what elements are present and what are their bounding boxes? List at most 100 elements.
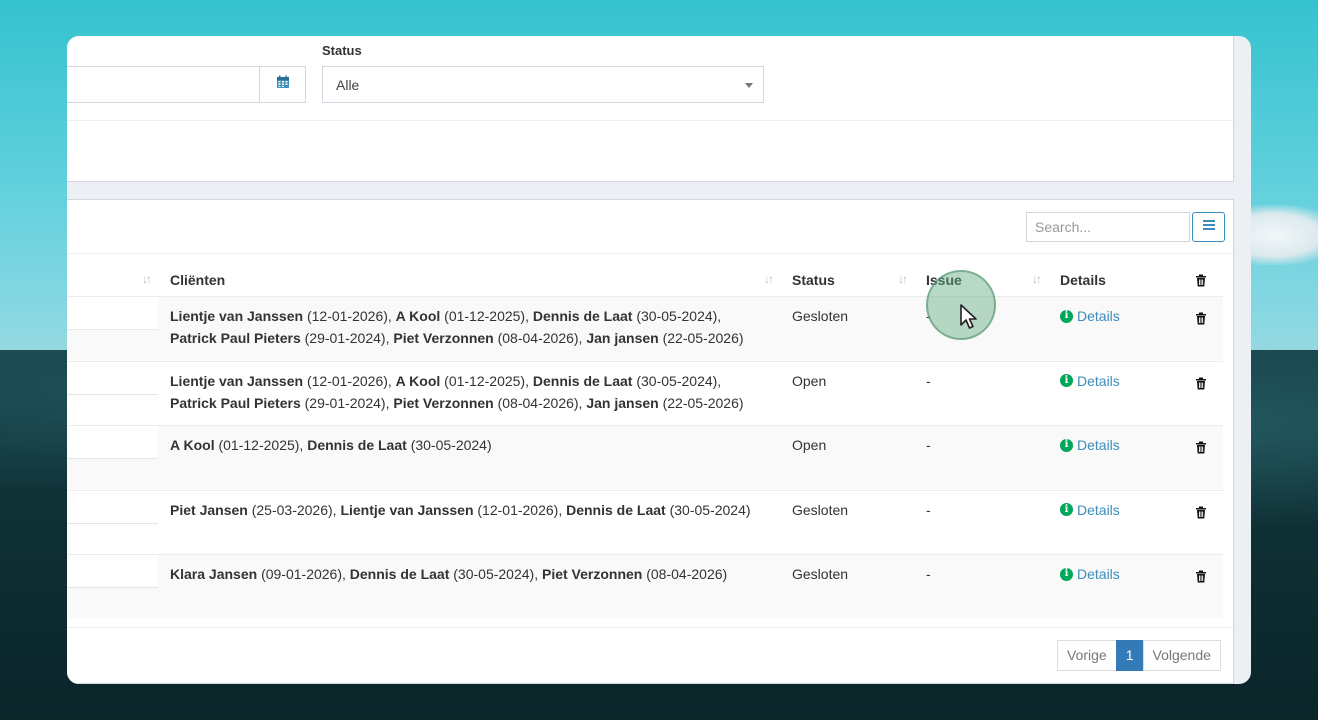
issue-cell: -: [926, 437, 931, 453]
client-date: (08-04-2026): [497, 394, 579, 411]
status-cell: Gesloten: [792, 501, 849, 518]
table-row: Lientje van Janssen (12-01-2026), A Kool…: [67, 360, 1223, 425]
client-date: (30-05-2024): [669, 501, 751, 518]
client-date: (22-05-2026): [662, 330, 744, 346]
info-icon: i: [1060, 309, 1073, 323]
truncated-cell: [67, 490, 158, 524]
client-date: (30-05-2024): [410, 437, 492, 453]
client-date: (12-01-2026): [306, 308, 388, 324]
details-label: Details: [1077, 437, 1120, 453]
client-date: (12-01-2026): [477, 501, 559, 518]
sort-icon[interactable]: ↓↑: [898, 272, 908, 286]
table-footer-divider: [67, 627, 1233, 628]
client-name: Lientje van Janssen: [170, 308, 304, 324]
client-date: (08-04-2026): [646, 566, 728, 582]
clients-cell: Lientje van Janssen (12-01-2026), A Kool…: [170, 372, 744, 411]
client-name: A Kool: [395, 308, 441, 324]
table-row: A Kool (01-12-2025), Dennis de Laat (30-…: [67, 425, 1223, 489]
column-header-clienten[interactable]: Cliënten: [170, 272, 225, 292]
details-label: Details: [1077, 372, 1120, 389]
status-cell: Gesloten: [792, 566, 849, 582]
calendar-button[interactable]: [259, 66, 306, 103]
client-name: Klara Jansen: [170, 566, 258, 582]
details-link[interactable]: i Details: [1060, 499, 1120, 521]
details-label: Details: [1077, 308, 1120, 324]
client-date: (01-12-2025): [444, 308, 526, 324]
client-name: Lientje van Janssen: [340, 501, 474, 518]
client-date: (29-01-2024): [304, 330, 386, 346]
info-icon: i: [1060, 503, 1073, 516]
column-header-status[interactable]: Status: [792, 272, 835, 292]
client-date: (30-05-2024): [636, 308, 718, 324]
details-link[interactable]: i Details: [1060, 434, 1120, 456]
client-name: Lientje van Janssen: [170, 372, 304, 389]
client-date: (30-05-2024): [453, 566, 535, 582]
details-link[interactable]: i Details: [1060, 305, 1120, 327]
date-input[interactable]: [67, 66, 260, 103]
client-date: (08-04-2026): [497, 330, 579, 346]
truncated-cell: [67, 361, 158, 395]
client-name: Piet Jansen: [170, 501, 248, 518]
sort-icon[interactable]: ↓↑: [764, 272, 774, 286]
filter-panel: Status Alle: [67, 36, 1234, 182]
sort-icon[interactable]: ↓↑: [1032, 272, 1042, 286]
client-name: Piet Verzonnen: [393, 394, 494, 411]
client-name: Piet Verzonnen: [541, 566, 643, 582]
details-label: Details: [1077, 566, 1120, 582]
trash-icon[interactable]: [1195, 503, 1207, 525]
status-cell: Open: [792, 437, 827, 453]
client-name: A Kool: [170, 437, 215, 453]
client-name: Dennis de Laat: [532, 308, 633, 324]
client-name: Patrick Paul Pieters: [170, 330, 301, 346]
client-name: Piet Verzonnen: [393, 330, 494, 346]
client-date: (12-01-2026): [306, 372, 388, 389]
details-link[interactable]: i Details: [1060, 370, 1120, 392]
details-label: Details: [1077, 501, 1120, 518]
clients-cell: Piet Jansen (25-03-2026), Lientje van Ja…: [170, 501, 751, 518]
table-row: Klara Jansen (09-01-2026), Dennis de Laa…: [67, 554, 1223, 618]
truncated-cell: [67, 297, 158, 330]
sort-icon[interactable]: ↓↑: [142, 272, 152, 286]
details-link[interactable]: i Details: [1060, 563, 1120, 585]
clients-cell: Klara Jansen (09-01-2026), Dennis de Laa…: [170, 566, 728, 582]
column-header-details: Details: [1060, 272, 1106, 288]
trash-icon[interactable]: [1195, 567, 1207, 589]
trash-header-icon: [1195, 274, 1207, 292]
pagination-page-button[interactable]: 1: [1115, 640, 1144, 671]
search-input[interactable]: [1026, 212, 1190, 242]
client-name: Dennis de Laat: [307, 437, 407, 453]
status-cell: Open: [792, 372, 827, 389]
client-date: (01-12-2025): [444, 372, 526, 389]
issue-cell: -: [926, 372, 931, 389]
issue-cell: -: [926, 501, 931, 518]
trash-icon[interactable]: [1195, 309, 1207, 331]
client-name: A Kool: [395, 372, 441, 389]
table-header-divider: [67, 253, 1233, 254]
table-row: Piet Jansen (25-03-2026), Lientje van Ja…: [67, 489, 1223, 554]
caret-down-icon: [745, 83, 753, 88]
info-icon: i: [1060, 567, 1073, 581]
list-icon: [1202, 218, 1216, 236]
truncated-cell: [67, 426, 158, 459]
trash-icon[interactable]: [1195, 374, 1207, 396]
client-name: Jan jansen: [586, 330, 659, 346]
filter-divider: [67, 120, 1233, 121]
client-date: (29-01-2024): [304, 394, 386, 411]
client-name: Patrick Paul Pieters: [170, 394, 301, 411]
client-name: Dennis de Laat: [349, 566, 450, 582]
app-window: Status Alle ↓↑ Cliënten ↓↑ Status ↓↑ Iss…: [67, 36, 1251, 684]
client-date: (09-01-2026): [261, 566, 342, 582]
pagination: Vorige 1 Volgende: [1057, 640, 1221, 671]
status-filter-value: Alle: [336, 77, 360, 93]
pagination-next-button[interactable]: Volgende: [1142, 640, 1221, 671]
column-toggle-button[interactable]: [1192, 212, 1225, 242]
pagination-prev-button[interactable]: Vorige: [1057, 640, 1117, 671]
table-row: Lientje van Janssen (12-01-2026), A Kool…: [67, 296, 1223, 360]
client-date: (25-03-2026): [251, 501, 333, 518]
clients-cell: A Kool (01-12-2025), Dennis de Laat (30-…: [170, 437, 492, 453]
client-name: Dennis de Laat: [566, 501, 666, 518]
trash-icon[interactable]: [1195, 438, 1207, 460]
status-filter-select[interactable]: Alle: [322, 66, 764, 103]
client-date: (30-05-2024): [636, 372, 718, 389]
info-icon: i: [1060, 374, 1073, 387]
